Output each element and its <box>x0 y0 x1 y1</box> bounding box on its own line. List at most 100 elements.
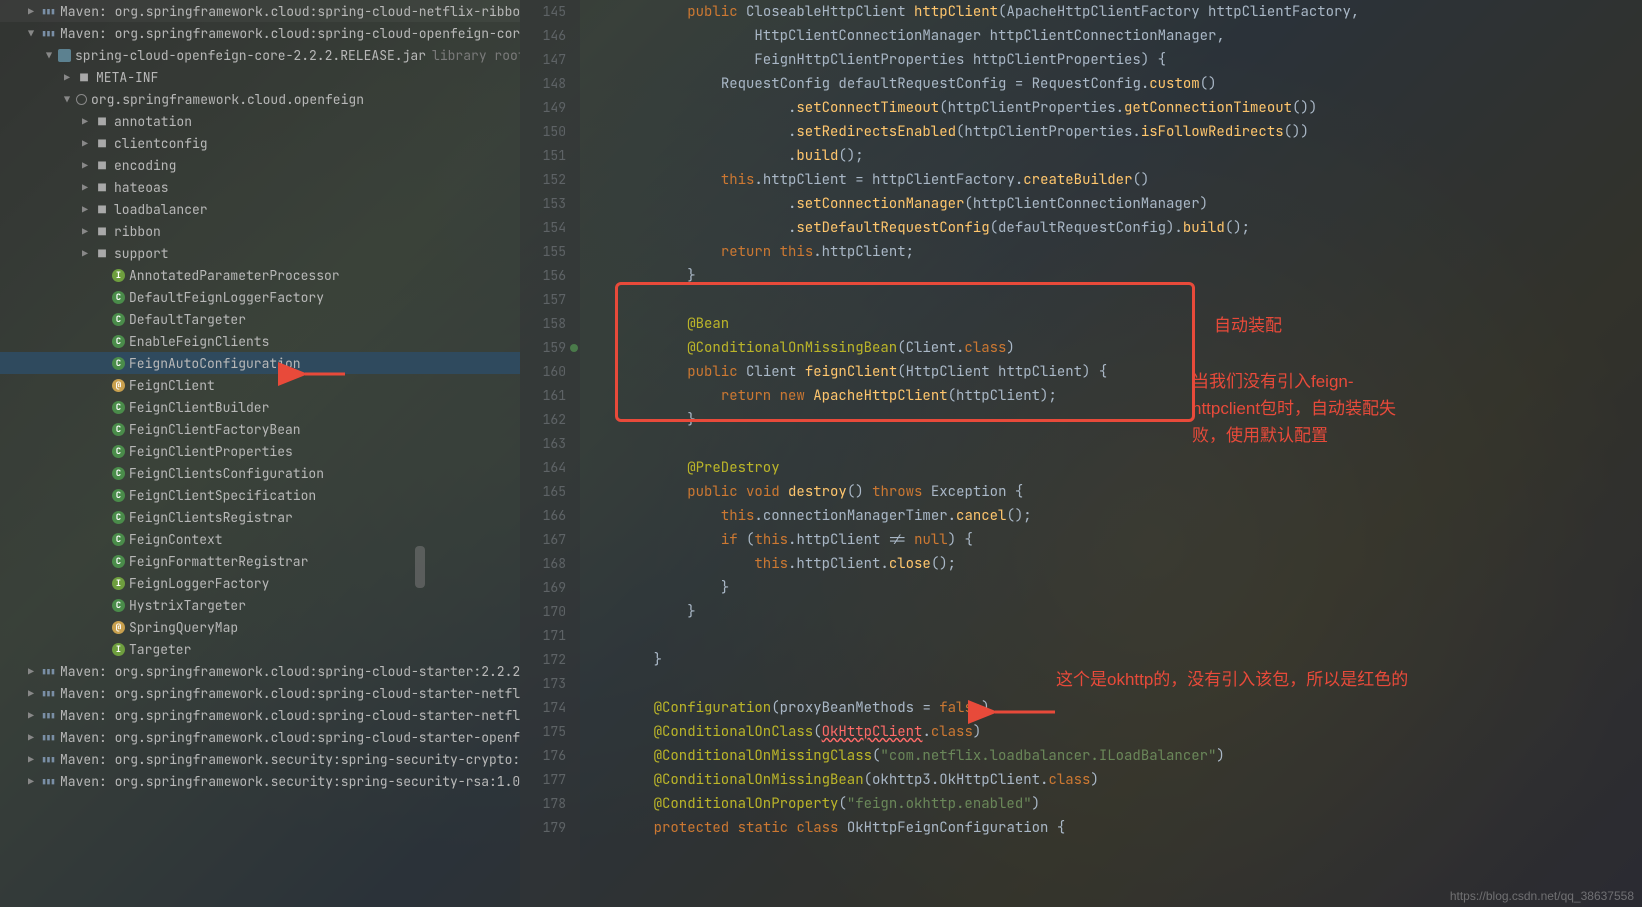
tree-row-feignclientfactorybean[interactable]: FeignClientFactoryBean <box>0 418 520 440</box>
code-editor[interactable]: 1451461471481491501511521531541551561571… <box>520 0 1642 907</box>
tree-arrow-icon[interactable] <box>78 137 92 150</box>
tree-row-loadbalancer[interactable]: loadbalancer <box>0 198 520 220</box>
code-line[interactable]: public void destroy() throws Exception { <box>620 480 1642 504</box>
code-line[interactable]: @ConditionalOnMissingClass("com.netflix.… <box>620 744 1642 768</box>
tree-row-feignclientproperties[interactable]: FeignClientProperties <box>0 440 520 462</box>
gutter-line-number[interactable]: 163 <box>520 432 566 456</box>
gutter-line-number[interactable]: 174 <box>520 696 566 720</box>
gutter-line-number[interactable]: 178 <box>520 792 566 816</box>
gutter-line-number[interactable]: 148 <box>520 72 566 96</box>
tree-row-maven[interactable]: Maven: org.springframework.security:spri… <box>0 770 520 792</box>
tree-row-maven[interactable]: Maven: org.springframework.cloud:spring-… <box>0 0 520 22</box>
code-area[interactable]: 自动装配 当我们没有引入feign-httpclient包时，自动装配失败，使用… <box>580 0 1642 907</box>
tree-arrow-icon[interactable] <box>78 159 92 172</box>
code-line[interactable]: FeignHttpClientProperties httpClientProp… <box>620 48 1642 72</box>
tree-row-feignformatterregistrar[interactable]: FeignFormatterRegistrar <box>0 550 520 572</box>
gutter-line-number[interactable]: 156 <box>520 264 566 288</box>
code-line[interactable]: RequestConfig defaultRequestConfig = Req… <box>620 72 1642 96</box>
tree-row-spring-cloud-openfeign-core-2[interactable]: spring-cloud-openfeign-core-2.2.2.RELEAS… <box>0 44 520 66</box>
code-line[interactable]: @ConditionalOnClass(OkHttpClient.class) <box>620 720 1642 744</box>
tree-row-feignautoconfiguration[interactable]: FeignAutoConfiguration <box>0 352 520 374</box>
code-line[interactable]: this.httpClient = httpClientFactory.crea… <box>620 168 1642 192</box>
code-line[interactable]: if (this.httpClient != null) { <box>620 528 1642 552</box>
tree-row-feigncontext[interactable]: FeignContext <box>0 528 520 550</box>
gutter-line-number[interactable]: 160 <box>520 360 566 384</box>
gutter-line-number[interactable]: 172 <box>520 648 566 672</box>
tree-row-feignclientspecification[interactable]: FeignClientSpecification <box>0 484 520 506</box>
tree-arrow-icon[interactable] <box>24 775 38 788</box>
tree-row-feignclient[interactable]: FeignClient <box>0 374 520 396</box>
code-line[interactable]: .build(); <box>620 144 1642 168</box>
tree-row-org[interactable]: org.springframework.cloud.openfeign <box>0 88 520 110</box>
gutter-line-number[interactable]: 157 <box>520 288 566 312</box>
code-line[interactable]: this.httpClient.close(); <box>620 552 1642 576</box>
code-line[interactable]: this.connectionManagerTimer.cancel(); <box>620 504 1642 528</box>
tree-row-defaultfeignloggerfactory[interactable]: DefaultFeignLoggerFactory <box>0 286 520 308</box>
tree-row-defaulttargeter[interactable]: DefaultTargeter <box>0 308 520 330</box>
tree-row-maven[interactable]: Maven: org.springframework.cloud:spring-… <box>0 682 520 704</box>
tree-row-maven[interactable]: Maven: org.springframework.security:spri… <box>0 748 520 770</box>
code-line[interactable]: @ConditionalOnMissingBean(Client.class) <box>620 336 1642 360</box>
gutter-line-number[interactable]: 152 <box>520 168 566 192</box>
code-line[interactable] <box>620 624 1642 648</box>
tree-arrow-icon[interactable] <box>24 731 38 744</box>
tree-row-encoding[interactable]: encoding <box>0 154 520 176</box>
code-line[interactable]: } <box>620 264 1642 288</box>
tree-row-springquerymap[interactable]: SpringQueryMap <box>0 616 520 638</box>
code-line[interactable]: return this.httpClient; <box>620 240 1642 264</box>
tree-row-feignloggerfactory[interactable]: FeignLoggerFactory <box>0 572 520 594</box>
code-line[interactable] <box>620 432 1642 456</box>
gutter-line-number[interactable]: 179 <box>520 816 566 840</box>
gutter-line-number[interactable]: 164 <box>520 456 566 480</box>
gutter-line-number[interactable]: 150 <box>520 120 566 144</box>
tree-arrow-icon[interactable] <box>24 709 38 722</box>
tree-arrow-icon[interactable] <box>78 247 92 260</box>
sidebar-scrollbar-thumb[interactable] <box>415 546 425 588</box>
tree-arrow-icon[interactable] <box>60 93 74 106</box>
code-line[interactable]: @ConditionalOnProperty("feign.okhttp.ena… <box>620 792 1642 816</box>
code-line[interactable]: @Bean <box>620 312 1642 336</box>
tree-row-hystrixtargeter[interactable]: HystrixTargeter <box>0 594 520 616</box>
tree-arrow-icon[interactable] <box>78 115 92 128</box>
tree-row-feignclientsconfiguration[interactable]: FeignClientsConfiguration <box>0 462 520 484</box>
code-line[interactable]: return new ApacheHttpClient(httpClient); <box>620 384 1642 408</box>
code-line[interactable] <box>620 288 1642 312</box>
tree-arrow-icon[interactable] <box>24 27 38 40</box>
tree-arrow-icon[interactable] <box>24 753 38 766</box>
code-line[interactable]: public Client feignClient(HttpClient htt… <box>620 360 1642 384</box>
gutter-line-number[interactable]: 155 <box>520 240 566 264</box>
gutter-line-number[interactable]: 161 <box>520 384 566 408</box>
gutter-line-number[interactable]: 177 <box>520 768 566 792</box>
tree-arrow-icon[interactable] <box>78 203 92 216</box>
tree-row-enablefeignclients[interactable]: EnableFeignClients <box>0 330 520 352</box>
code-line[interactable]: .setConnectionManager(httpClientConnecti… <box>620 192 1642 216</box>
gutter-line-number[interactable]: 158 <box>520 312 566 336</box>
gutter-line-number[interactable]: 165 <box>520 480 566 504</box>
code-line[interactable]: .setConnectTimeout(httpClientProperties.… <box>620 96 1642 120</box>
tree-arrow-icon[interactable] <box>24 5 38 18</box>
tree-arrow-icon[interactable] <box>24 687 38 700</box>
tree-row-ribbon[interactable]: ribbon <box>0 220 520 242</box>
tree-row-clientconfig[interactable]: clientconfig <box>0 132 520 154</box>
gutter-line-number[interactable]: 153 <box>520 192 566 216</box>
gutter-line-number[interactable]: 171 <box>520 624 566 648</box>
tree-arrow-icon[interactable] <box>78 225 92 238</box>
code-line[interactable]: .setRedirectsEnabled(httpClientPropertie… <box>620 120 1642 144</box>
gutter-line-number[interactable]: 167 <box>520 528 566 552</box>
gutter-line-number[interactable]: 154 <box>520 216 566 240</box>
code-line[interactable]: @Configuration(proxyBeanMethods = false) <box>620 696 1642 720</box>
code-line[interactable]: .setDefaultRequestConfig(defaultRequestC… <box>620 216 1642 240</box>
gutter-line-number[interactable]: 147 <box>520 48 566 72</box>
gutter-line-number[interactable]: 169 <box>520 576 566 600</box>
gutter-line-number[interactable]: 149 <box>520 96 566 120</box>
gutter-line-number[interactable]: 168 <box>520 552 566 576</box>
tree-arrow-icon[interactable] <box>24 665 38 678</box>
tree-row-maven[interactable]: Maven: org.springframework.cloud:spring-… <box>0 22 520 44</box>
code-line[interactable]: } <box>620 600 1642 624</box>
gutter-line-number[interactable]: 173 <box>520 672 566 696</box>
code-line[interactable]: public CloseableHttpClient httpClient(Ap… <box>620 0 1642 24</box>
code-line[interactable]: protected static class OkHttpFeignConfig… <box>620 816 1642 840</box>
gutter-line-number[interactable]: 176 <box>520 744 566 768</box>
tree-row-support[interactable]: support <box>0 242 520 264</box>
gutter-line-number[interactable]: 162 <box>520 408 566 432</box>
